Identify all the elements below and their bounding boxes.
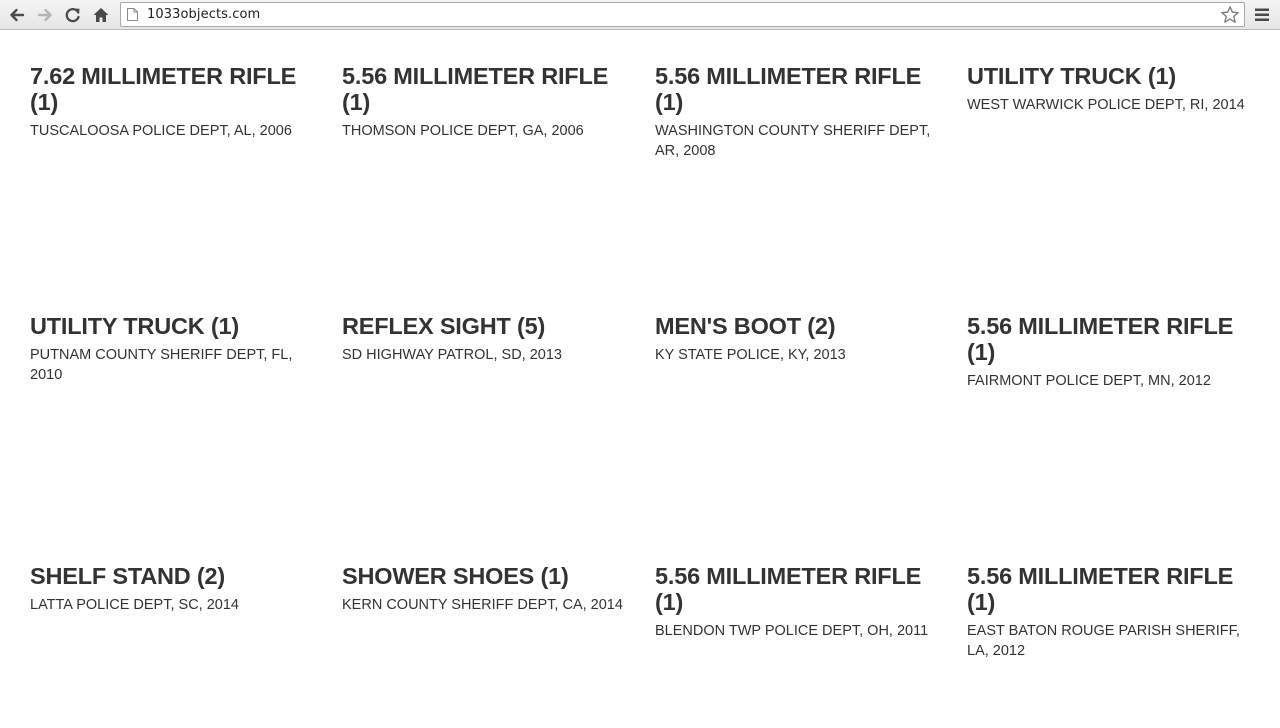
object-card[interactable]: REFLEX SIGHT (5) SD HIGHWAY PATROL, SD, …	[342, 313, 627, 365]
object-agency: EAST BATON ROUGE PARISH SHERIFF, LA, 201…	[967, 623, 1240, 659]
object-card[interactable]: SHELF STAND (2) LATTA POLICE DEPT, SC, 2…	[30, 563, 315, 615]
object-title[interactable]: 5.56 MILLIMETER RIFLE (1)	[967, 563, 1252, 615]
object-agency: WEST WARWICK POLICE DEPT, RI, 2014	[967, 97, 1245, 113]
object-card[interactable]: 7.62 MILLIMETER RIFLE (1) TUSCALOOSA POL…	[30, 63, 315, 141]
object-title[interactable]: 5.56 MILLIMETER RIFLE (1)	[967, 313, 1252, 365]
object-title[interactable]: UTILITY TRUCK (1)	[30, 313, 315, 339]
object-card[interactable]: MEN'S BOOT (2) KY STATE POLICE, KY, 2013	[655, 313, 940, 365]
object-title[interactable]: SHOWER SHOES (1)	[342, 563, 627, 589]
object-agency: TUSCALOOSA POLICE DEPT, AL, 2006	[30, 123, 292, 139]
object-agency: KY STATE POLICE, KY, 2013	[655, 347, 846, 363]
objects-grid: 7.62 MILLIMETER RIFLE (1) TUSCALOOSA POL…	[0, 30, 1280, 728]
object-title[interactable]: 5.56 MILLIMETER RIFLE (1)	[342, 63, 627, 115]
object-title[interactable]: 7.62 MILLIMETER RIFLE (1)	[30, 63, 315, 115]
bookmark-star-icon[interactable]	[1220, 5, 1240, 25]
reload-icon	[65, 8, 80, 23]
object-card[interactable]: UTILITY TRUCK (1) PUTNAM COUNTY SHERIFF …	[30, 313, 315, 385]
object-card[interactable]: 5.56 MILLIMETER RIFLE (1) EAST BATON ROU…	[967, 563, 1252, 661]
object-title[interactable]: 5.56 MILLIMETER RIFLE (1)	[655, 563, 940, 615]
back-button[interactable]	[6, 4, 28, 26]
object-agency: BLENDON TWP POLICE DEPT, OH, 2011	[655, 623, 929, 639]
url-text[interactable]: 1033objects.com	[147, 7, 260, 22]
object-agency: THOMSON POLICE DEPT, GA, 2006	[342, 123, 584, 139]
address-bar[interactable]: 1033objects.com	[120, 2, 1245, 27]
object-agency: WASHINGTON COUNTY SHERIFF DEPT, AR, 2008	[655, 123, 931, 159]
object-card[interactable]: SHOWER SHOES (1) KERN COUNTY SHERIFF DEP…	[342, 563, 627, 615]
object-title[interactable]: SHELF STAND (2)	[30, 563, 315, 589]
browser-menu-icon[interactable]	[1253, 5, 1271, 25]
object-agency: KERN COUNTY SHERIFF DEPT, CA, 2014	[342, 597, 623, 613]
object-card[interactable]: UTILITY TRUCK (1) WEST WARWICK POLICE DE…	[967, 63, 1252, 115]
home-button[interactable]	[90, 4, 112, 26]
page-icon	[127, 8, 138, 21]
reload-button[interactable]	[62, 4, 84, 26]
object-agency: LATTA POLICE DEPT, SC, 2014	[30, 597, 239, 613]
forward-arrow-icon	[37, 8, 52, 22]
object-agency: PUTNAM COUNTY SHERIFF DEPT, FL, 2010	[30, 347, 293, 383]
object-title[interactable]: MEN'S BOOT (2)	[655, 313, 940, 339]
forward-button[interactable]	[34, 4, 56, 26]
browser-toolbar: 1033objects.com	[0, 0, 1280, 30]
object-title[interactable]: 5.56 MILLIMETER RIFLE (1)	[655, 63, 940, 115]
object-agency: FAIRMONT POLICE DEPT, MN, 2012	[967, 373, 1211, 389]
home-icon	[93, 8, 109, 22]
object-title[interactable]: REFLEX SIGHT (5)	[342, 313, 627, 339]
object-card[interactable]: 5.56 MILLIMETER RIFLE (1) WASHINGTON COU…	[655, 63, 940, 161]
back-arrow-icon	[10, 8, 25, 22]
object-agency: SD HIGHWAY PATROL, SD, 2013	[342, 347, 562, 363]
object-title[interactable]: UTILITY TRUCK (1)	[967, 63, 1252, 89]
object-card[interactable]: 5.56 MILLIMETER RIFLE (1) FAIRMONT POLIC…	[967, 313, 1252, 391]
object-card[interactable]: 5.56 MILLIMETER RIFLE (1) BLENDON TWP PO…	[655, 563, 940, 641]
object-card[interactable]: 5.56 MILLIMETER RIFLE (1) THOMSON POLICE…	[342, 63, 627, 141]
